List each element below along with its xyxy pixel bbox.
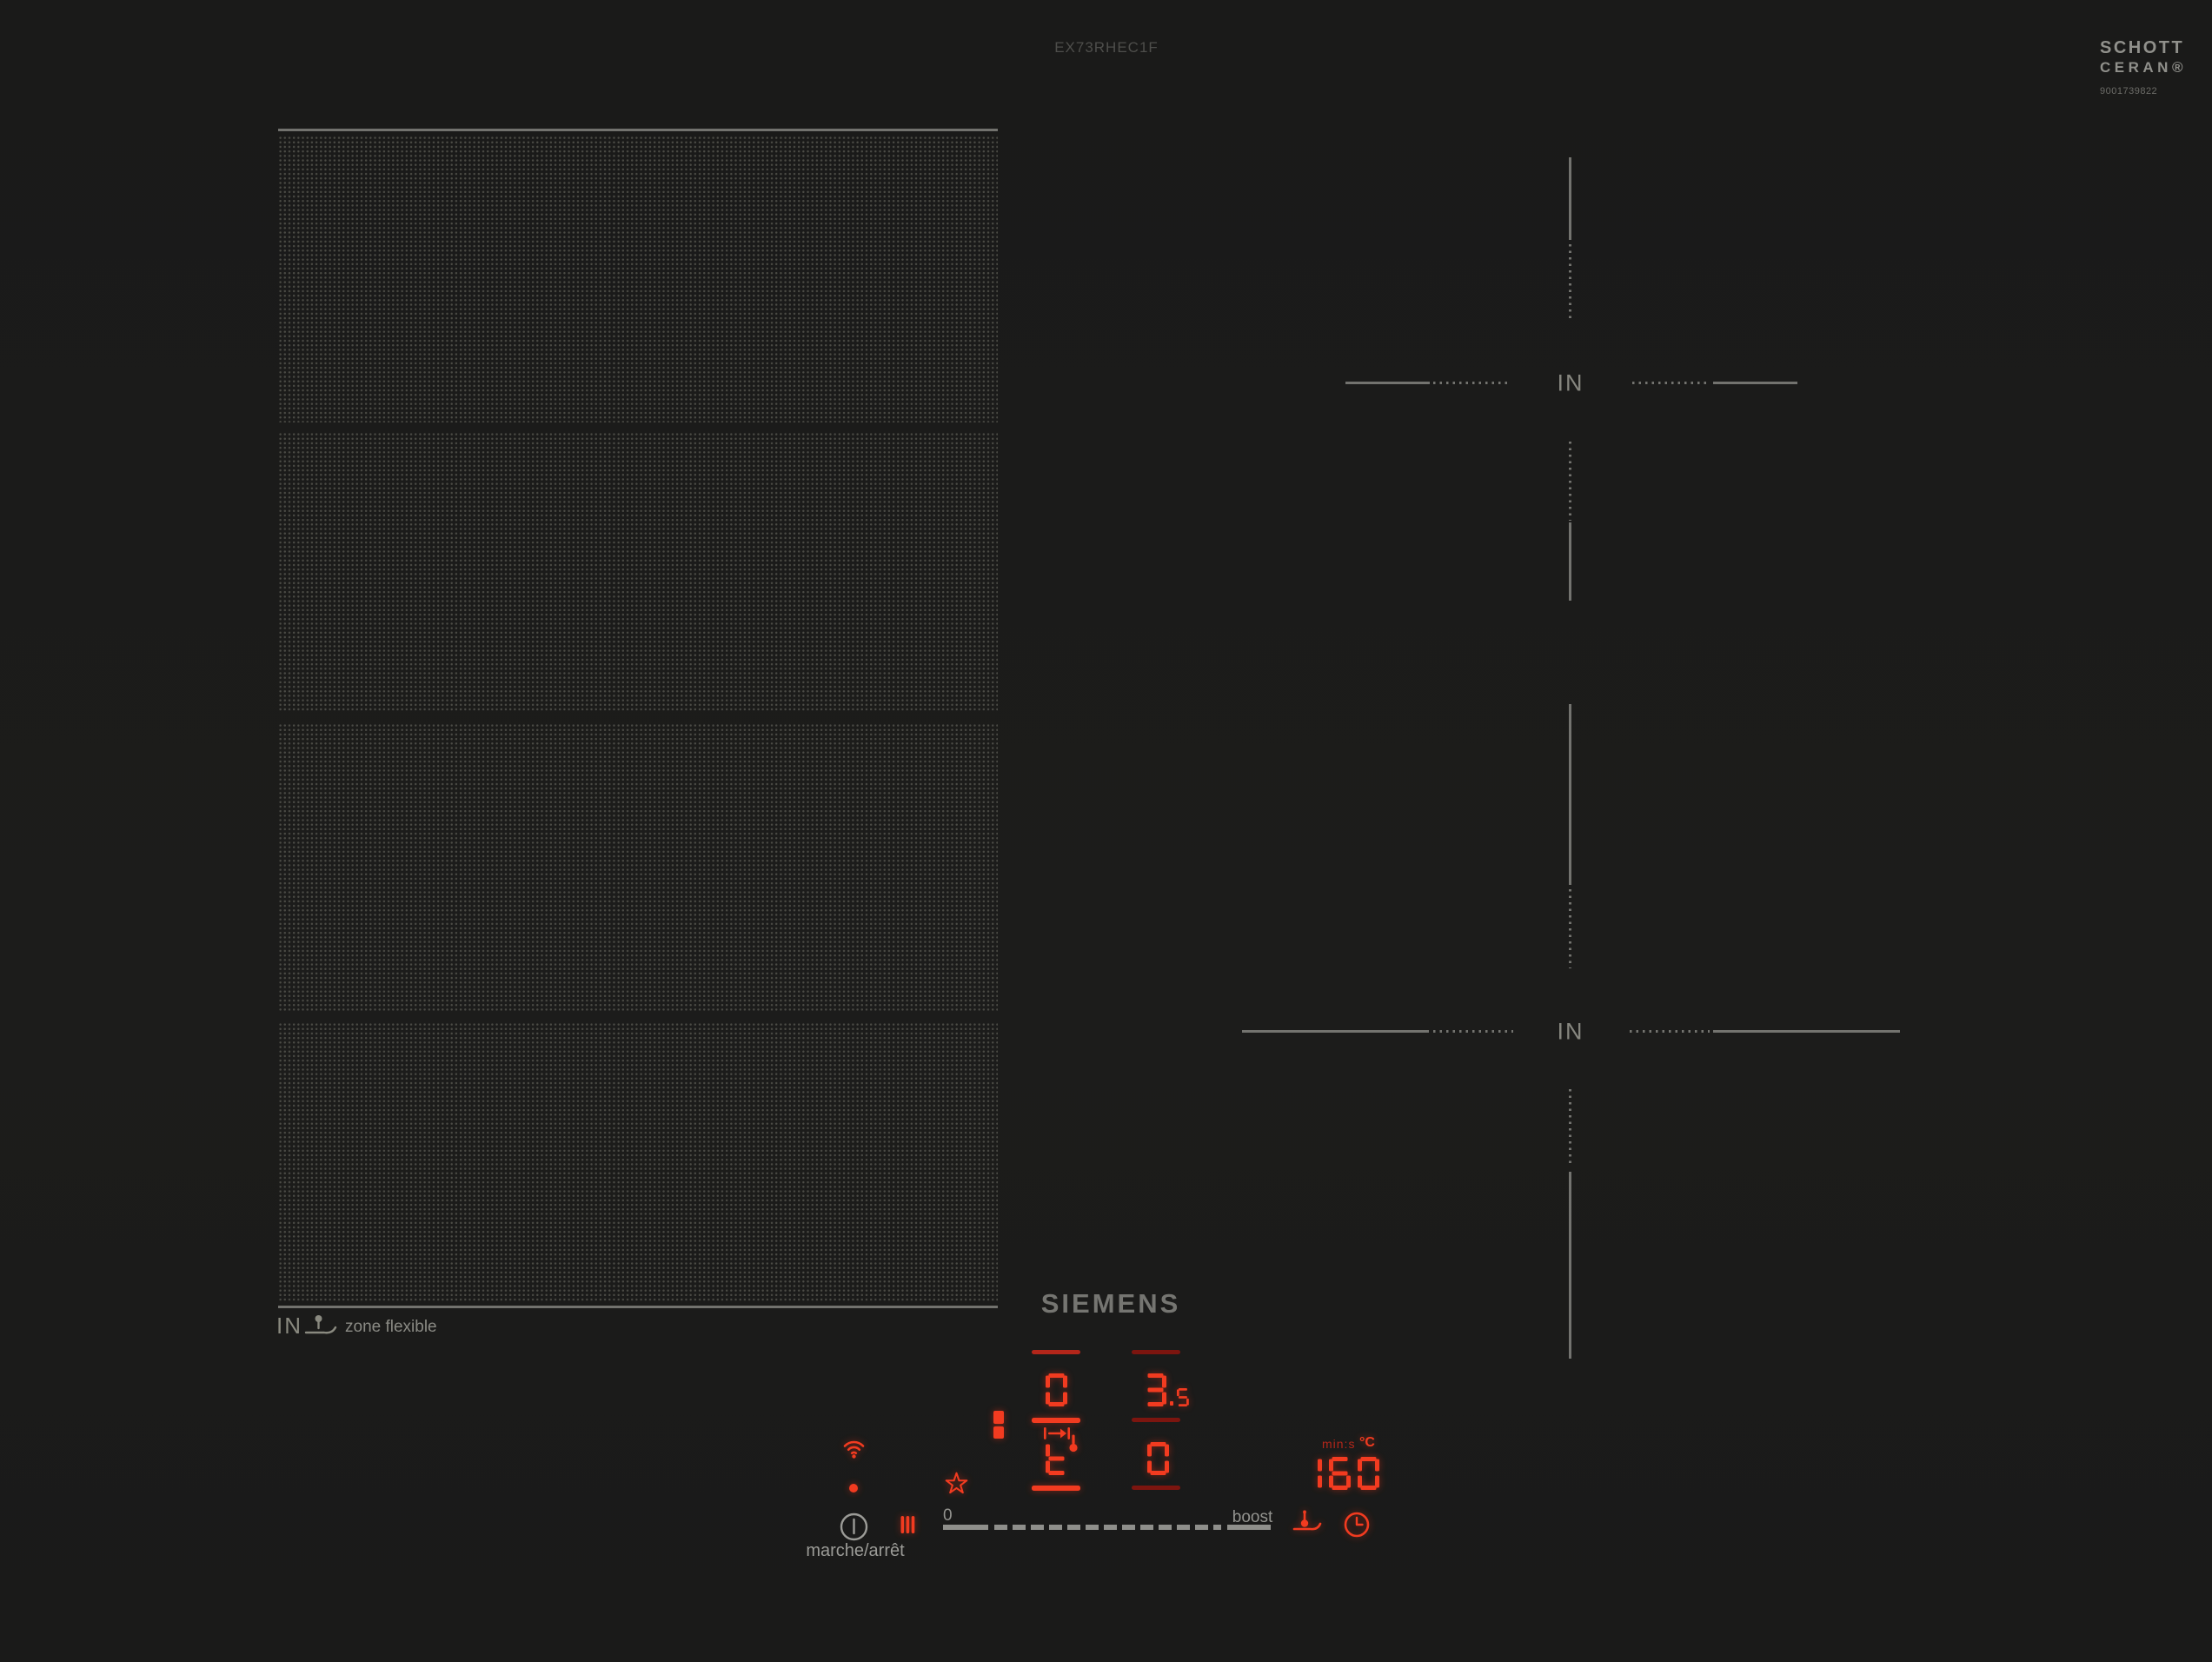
right-secondary-display — [1147, 1442, 1169, 1475]
ztr-line-h-dot-left — [1433, 382, 1511, 384]
schott-ceran-logo: SCHOTT CERAN® 9001739822 — [2100, 38, 2187, 96]
zbr-line-h-dot-left — [1433, 1030, 1513, 1033]
timer-unit-time-label: min:s — [1322, 1437, 1355, 1451]
flex-zone-top-border — [278, 129, 998, 131]
flex-zone-section-4 — [278, 1022, 998, 1303]
flex-display-bottom-bar — [1032, 1486, 1080, 1491]
wifi-icon[interactable] — [842, 1439, 866, 1459]
ztr-line-v-dot-top — [1569, 244, 1571, 322]
cooking-sensor-icon[interactable] — [1292, 1509, 1323, 1535]
flex-level-display — [1046, 1373, 1067, 1406]
thermometer-icon — [1068, 1434, 1079, 1453]
zbr-in-label: IN — [1558, 1019, 1584, 1046]
ztr-line-v-solid-top — [1569, 157, 1571, 240]
zbr-line-h-dot-right — [1630, 1030, 1710, 1033]
zbr-line-v-solid-bottom — [1569, 1172, 1571, 1359]
flex-segment-indicator-icon — [993, 1411, 1004, 1439]
pan-width-arrow-icon — [1044, 1427, 1070, 1439]
warming-bars-icon[interactable] — [900, 1515, 915, 1534]
timer-value-display — [1300, 1457, 1379, 1490]
pan-sensor-icon — [302, 1314, 339, 1339]
ztr-line-h-solid-left — [1345, 382, 1430, 384]
power-label: marche/arrêt — [806, 1541, 904, 1561]
ztr-line-h-dot-right — [1632, 382, 1710, 384]
right-display-top-bar — [1132, 1350, 1180, 1354]
cooktop-surface: EX73RHEC1F SCHOTT CERAN® 9001739822 IN z… — [0, 0, 2212, 1662]
slider-min-label[interactable]: 0 — [943, 1506, 953, 1526]
schott-logo-line1: SCHOTT — [2100, 38, 2187, 58]
star-icon[interactable] — [945, 1472, 968, 1495]
zbr-line-h-solid-right — [1713, 1030, 1900, 1033]
zbr-line-h-solid-left — [1242, 1030, 1429, 1033]
flex-display-mid-bar — [1032, 1418, 1080, 1423]
power-icon[interactable] — [840, 1512, 868, 1541]
zbr-line-v-dot-top — [1569, 889, 1571, 968]
zbr-line-v-solid-top — [1569, 704, 1571, 885]
flex-function-display — [1046, 1442, 1067, 1475]
brand-logo: SIEMENS — [1041, 1288, 1181, 1320]
zbr-line-v-dot-bottom — [1569, 1089, 1571, 1166]
timer-unit-temp-label: °C — [1359, 1435, 1375, 1451]
slider-track-start[interactable] — [943, 1525, 988, 1530]
slider-max-label[interactable]: boost — [1232, 1508, 1272, 1527]
ztr-line-h-solid-right — [1713, 382, 1797, 384]
flex-zone-section-3 — [278, 723, 998, 1011]
flex-zone-section-2 — [278, 432, 998, 711]
right-display-mid-bar — [1132, 1418, 1180, 1422]
right-level-display — [1145, 1373, 1189, 1406]
flex-zone-in-label: IN — [276, 1313, 302, 1340]
schott-logo-line2: CERAN® — [2100, 59, 2187, 76]
model-number: EX73RHEC1F — [1054, 39, 1159, 57]
slider-track-dashes[interactable] — [994, 1525, 1221, 1530]
flex-zone-section-1 — [278, 136, 998, 422]
ztr-in-label: IN — [1558, 370, 1584, 397]
flex-zone-name-label: zone flexible — [345, 1318, 437, 1337]
ztr-line-v-solid-bottom — [1569, 522, 1571, 601]
ztr-line-v-dot-bottom — [1569, 442, 1571, 521]
flex-zone-bottom-border — [278, 1306, 998, 1308]
timer-clock-icon[interactable] — [1343, 1511, 1371, 1539]
flex-zone — [278, 129, 998, 1308]
counter-edge-strip — [0, 1602, 2212, 1662]
status-led-icon — [849, 1484, 858, 1492]
flex-display-top-bar — [1032, 1350, 1080, 1354]
right-display-bottom-bar — [1132, 1486, 1180, 1490]
glass-serial-number: 9001739822 — [2100, 86, 2187, 96]
